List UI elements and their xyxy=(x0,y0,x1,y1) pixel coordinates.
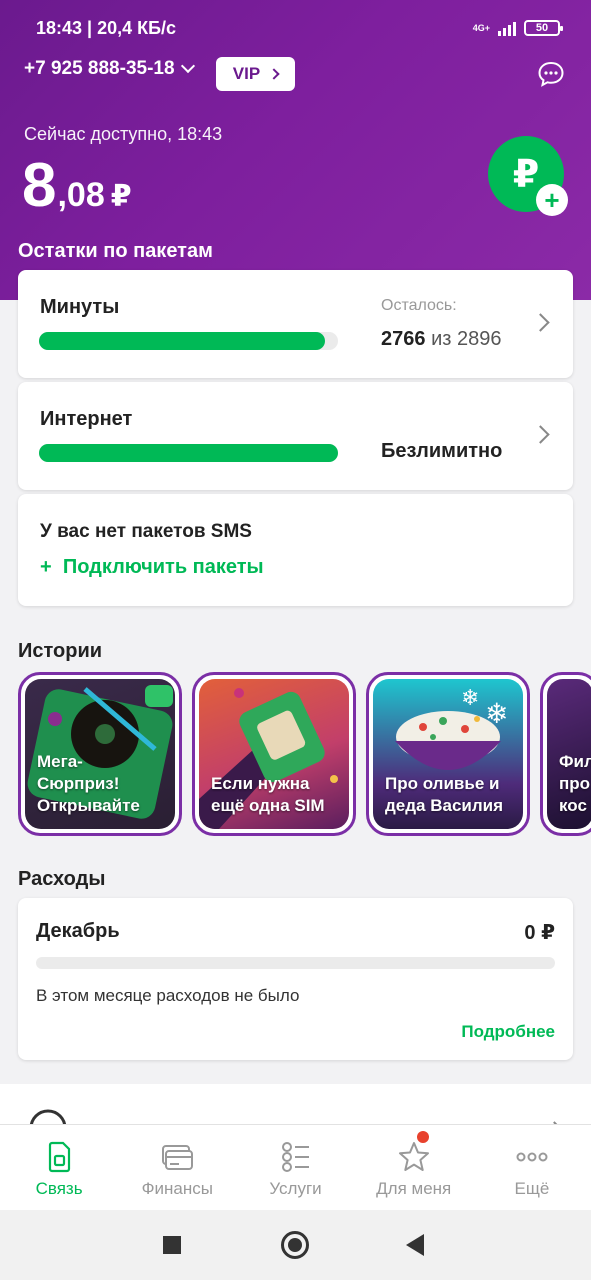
sms-label: У вас нет пакетов SMS xyxy=(40,521,252,542)
tab-services[interactable]: Услуги xyxy=(236,1125,354,1210)
recents-button[interactable] xyxy=(163,1236,181,1254)
chevron-right-icon xyxy=(531,313,550,332)
chevron-right-icon xyxy=(268,68,280,80)
tab-more[interactable]: Ещё xyxy=(473,1125,591,1210)
tab-label: Связь xyxy=(35,1179,83,1198)
story-text: Мега- Сюрприз! Открывайте xyxy=(37,752,140,815)
tab-label: Финансы xyxy=(141,1179,213,1198)
tab-svyaz[interactable]: Связь xyxy=(0,1125,118,1210)
svg-text:❄: ❄ xyxy=(461,686,479,711)
story-item[interactable]: ❄ ❄ Про оливье и деда Василия xyxy=(366,672,530,836)
internet-label: Интернет xyxy=(40,408,133,430)
tab-label: Услуги xyxy=(269,1179,322,1198)
chevron-right-icon xyxy=(531,425,550,444)
story-item[interactable]: Если нужна ещё одна SIM xyxy=(192,672,356,836)
story-text: Про оливье и деда Василия xyxy=(385,774,504,815)
back-button[interactable] xyxy=(406,1234,424,1256)
tab-for-me[interactable]: Для меня xyxy=(355,1125,473,1210)
status-time: 18:43 | 20,4 КБ/с xyxy=(36,17,177,38)
sim-icon xyxy=(48,1141,71,1173)
list-icon xyxy=(281,1142,309,1172)
phone-number: +7 925 888-35-18 xyxy=(24,58,175,79)
connect-packages-label: Подключить пакеты xyxy=(62,556,264,578)
balance-integer: 8 xyxy=(22,151,56,220)
expenses-note: В этом месяце расходов не было xyxy=(36,986,300,1005)
story-text: Фил про кос xyxy=(559,752,591,815)
expenses-card: Декабрь 0 ₽ В этом месяце расходов не бы… xyxy=(18,898,573,1060)
tab-label: Для меня xyxy=(376,1179,452,1198)
story-item[interactable]: Мега- Сюрприз! Открывайте xyxy=(18,672,182,836)
more-icon xyxy=(516,1152,548,1162)
minutes-total: из 2896 xyxy=(431,328,502,350)
internet-card[interactable]: Интернет Безлимитно xyxy=(18,382,573,490)
minutes-card[interactable]: Минуты Осталось: 2766 из 2896 xyxy=(18,270,573,378)
minutes-remaining: 2766 из 2896 xyxy=(381,328,501,351)
minutes-label: Минуты xyxy=(40,296,120,318)
home-button[interactable] xyxy=(281,1231,309,1259)
packages-title: Остатки по пакетам xyxy=(18,240,213,262)
cards-icon xyxy=(162,1145,194,1170)
sms-card: У вас нет пакетов SMS + Подключить пакет… xyxy=(18,494,573,606)
stories-title: Истории xyxy=(18,640,103,662)
star-icon xyxy=(398,1142,429,1171)
plus-icon: + xyxy=(40,556,52,578)
status-icons: 4G+ 50 xyxy=(472,20,563,36)
minutes-progress xyxy=(39,332,338,350)
balance-currency: ₽ xyxy=(110,180,132,213)
internet-progress xyxy=(39,444,338,462)
tab-finance[interactable]: Финансы xyxy=(118,1125,236,1210)
vip-label: VIP xyxy=(232,64,261,83)
internet-value: Безлимитно xyxy=(381,440,503,462)
status-bar: 18:43 | 20,4 КБ/с 4G+ 50 xyxy=(36,16,563,40)
battery-icon: 50 xyxy=(524,20,563,36)
internet-progress-fill xyxy=(39,444,338,462)
balance: 8 ,08 ₽ xyxy=(22,150,132,221)
bottom-tab-bar: Связь Финансы Услуги Для меня Ещё xyxy=(0,1124,591,1210)
system-nav-bar xyxy=(0,1210,591,1280)
vip-button[interactable]: VIP xyxy=(216,57,295,91)
expenses-progress xyxy=(36,957,555,969)
available-label: Сейчас доступно, 18:43 xyxy=(24,124,223,144)
expenses-amount: 0 ₽ xyxy=(524,922,555,944)
minutes-remaining-value: 2766 xyxy=(381,328,426,350)
tab-label: Ещё xyxy=(514,1179,550,1198)
phone-selector[interactable]: +7 925 888-35-18 xyxy=(24,58,195,80)
plus-icon[interactable]: + xyxy=(536,184,568,216)
story-item[interactable]: Фил про кос xyxy=(540,672,591,836)
notification-badge xyxy=(416,1131,429,1143)
ruble-icon: ₽ xyxy=(512,153,540,196)
svg-text:❄: ❄ xyxy=(485,697,508,730)
minutes-progress-fill xyxy=(39,332,325,350)
story-text: Если нужна ещё одна SIM xyxy=(211,774,325,815)
chevron-down-icon xyxy=(180,58,195,74)
balance-fraction: ,08 xyxy=(57,176,105,214)
network-type: 4G+ xyxy=(472,23,490,33)
expenses-month: Декабрь xyxy=(36,920,120,942)
connect-packages-link[interactable]: + Подключить пакеты xyxy=(40,556,264,579)
signal-icon xyxy=(498,20,516,36)
remaining-label: Осталось: xyxy=(381,297,457,314)
chat-icon[interactable] xyxy=(537,60,565,88)
header: 18:43 | 20,4 КБ/с 4G+ 50 +7 925 888-35-1… xyxy=(0,0,591,300)
expenses-title: Расходы xyxy=(18,868,106,890)
expenses-more-link[interactable]: Подробнее xyxy=(461,1022,555,1042)
